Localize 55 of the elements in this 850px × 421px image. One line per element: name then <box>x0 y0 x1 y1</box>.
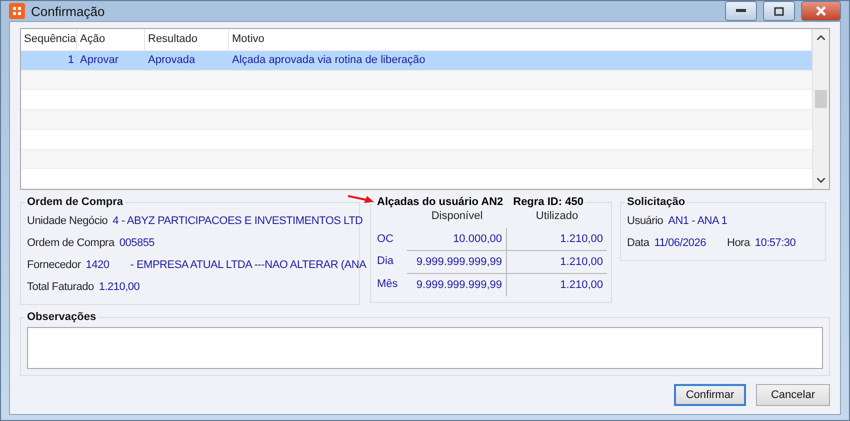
field-label: Fornecedor <box>27 259 81 271</box>
table-cell: 9.999.999.999,99 <box>407 273 507 296</box>
table-row[interactable]: 1 Aprovar Aprovada Alçada aprovada via rotina de liberação <box>21 51 812 71</box>
minimize-button[interactable] <box>725 1 757 21</box>
scroll-thumb[interactable] <box>815 90 827 108</box>
group-title: Solicitação <box>626 196 686 208</box>
window-title: Confirmação <box>31 4 106 18</box>
maximize-icon <box>774 6 784 16</box>
field-value: AN1 - ANA 1 <box>668 215 728 227</box>
table-cell-text: 1.210,00 <box>559 232 604 247</box>
notes-field[interactable] <box>27 327 823 369</box>
row-label: OC <box>377 232 394 247</box>
column-header[interactable]: Ação <box>77 29 145 50</box>
close-button[interactable] <box>801 1 841 21</box>
arrow-drawing <box>348 194 374 204</box>
dialog-button[interactable]: Confirmar <box>674 384 746 406</box>
field-value: 4 - ABYZ PARTICIPACOES E INVESTIMENTOS LTD <box>112 215 363 227</box>
field-value: 1.210,00 <box>98 281 140 293</box>
dialog-button[interactable]: Cancelar <box>756 384 830 406</box>
app-icon <box>9 3 25 19</box>
rule-id: Regra ID: 450 <box>513 196 584 208</box>
scroll-down-icon[interactable] <box>817 178 825 183</box>
field-value: 10:57:30 <box>754 237 796 249</box>
field-label: Data <box>627 237 650 249</box>
field-label: Ordem de Compra <box>27 237 114 249</box>
column-header[interactable]: Resultado <box>145 29 229 50</box>
row-label: Dia <box>377 254 395 269</box>
table-cell-text: Alçada aprovada via rotina de liberação <box>231 54 426 66</box>
table-cell: 9.999.999.999,99 <box>407 250 507 273</box>
group-title: Alçadas do usuário AN2 <box>377 196 504 208</box>
scrollbar[interactable] <box>812 29 829 189</box>
field-value: 005855 <box>119 237 155 249</box>
column-header: Disponível <box>430 210 484 224</box>
table-cell: 1.210,00 <box>507 273 607 296</box>
group-title: Ordem de Compra <box>26 196 124 208</box>
field-value: - EMPRESA ATUAL LTDA ---NAO ALTERAR (ANA <box>130 259 366 271</box>
close-icon <box>816 6 826 16</box>
scroll-up-icon[interactable] <box>817 35 825 40</box>
maximize-button[interactable] <box>763 1 795 21</box>
group-title: Observações <box>26 311 98 323</box>
table-cell-text: 1 <box>66 54 75 66</box>
field-label: Usuário <box>627 215 664 227</box>
table-cell: 1.210,00 <box>507 250 607 273</box>
field-value: 11/06/2026 <box>654 237 706 249</box>
column-header: Utilizado <box>534 210 580 224</box>
table-cell-text: Aprovar <box>79 54 120 66</box>
field-label: Hora <box>727 237 750 249</box>
field-value: 1420 <box>86 259 110 271</box>
table-cell-text: Aprovada <box>147 54 196 66</box>
minimize-icon <box>736 9 746 13</box>
row-label: Mês <box>377 277 399 292</box>
table-cell: 10.000,00 <box>407 228 507 250</box>
field-label: Unidade Negócio <box>27 215 108 227</box>
column-header[interactable]: Sequência <box>21 29 77 50</box>
field-label: Total Faturado <box>27 281 94 293</box>
